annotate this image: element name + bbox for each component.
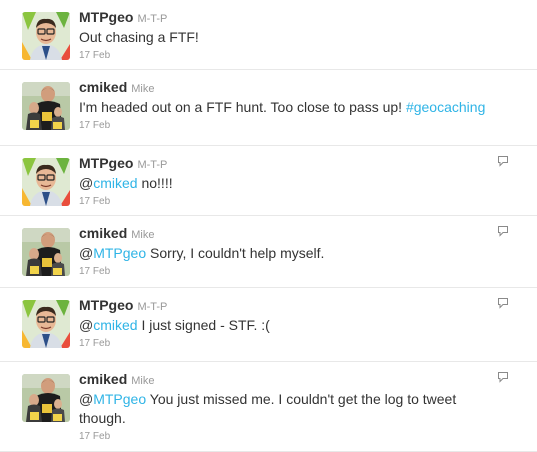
real-name: Mike <box>131 375 155 387</box>
tweet-header: MTPgeo M-T-P <box>79 9 497 28</box>
mention-link[interactable]: MTPgeo <box>93 245 146 261</box>
tweet-text: Out chasing a FTF! <box>79 28 497 47</box>
tweet-text-segment: I'm headed out on a FTF hunt. Too close … <box>79 99 406 115</box>
real-name: Mike <box>131 83 155 95</box>
timestamp-link[interactable]: 17 Feb <box>79 119 497 133</box>
mention-link[interactable]: cmiked <box>93 317 137 333</box>
tweet-content: cmiked Mike @MTPgeo Sorry, I couldn't help… <box>79 225 497 279</box>
tweet-text-segment: no!!!! <box>137 175 173 191</box>
screen-name-link[interactable]: MTPgeo <box>79 9 133 25</box>
tweet-text-segment: I just signed - STF. :( <box>137 317 270 333</box>
tweet-header: cmiked Mike <box>79 225 497 244</box>
tweet-text-segment: @ <box>79 391 94 407</box>
screen-name-link[interactable]: cmiked <box>79 371 127 387</box>
real-name: M-T-P <box>137 301 168 313</box>
tweet-text: @cmiked no!!!! <box>79 174 497 193</box>
tweet-text: @MTPgeo Sorry, I couldn't help myself. <box>79 244 497 263</box>
tweet-text-segment: @ <box>79 245 94 261</box>
tweet-item[interactable]: MTPgeo M-T-P @cmiked no!!!! 17 Feb <box>0 146 537 216</box>
screen-name-link[interactable]: MTPgeo <box>79 155 133 171</box>
tweet-text-segment: @ <box>79 175 94 191</box>
avatar[interactable] <box>22 82 70 130</box>
tweet-text-segment: @ <box>79 317 94 333</box>
mention-link[interactable]: cmiked <box>93 175 137 191</box>
tweet-content: MTPgeo M-T-P Out chasing a FTF! 17 Feb <box>79 9 497 63</box>
screen-name-link[interactable]: cmiked <box>79 225 127 241</box>
screen-name-link[interactable]: MTPgeo <box>79 297 133 313</box>
real-name: Mike <box>131 229 155 241</box>
avatar[interactable] <box>22 300 70 348</box>
tweet-header: cmiked Mike <box>79 371 497 390</box>
reply-bubble-icon[interactable] <box>497 297 509 309</box>
screen-name-link[interactable]: cmiked <box>79 79 127 95</box>
reply-bubble-icon[interactable] <box>497 155 509 167</box>
avatar[interactable] <box>22 12 70 60</box>
real-name: M-T-P <box>137 13 168 25</box>
avatar[interactable] <box>22 228 70 276</box>
tweet-content: cmiked Mike @MTPgeo You just missed me. I … <box>79 371 497 444</box>
tweet-item[interactable]: cmiked Mike I'm headed out on a FTF hunt. … <box>0 70 537 146</box>
timestamp-link[interactable]: 17 Feb <box>79 195 497 209</box>
tweet-text: @MTPgeo You just missed me. I couldn't g… <box>79 390 497 428</box>
avatar[interactable] <box>22 374 70 422</box>
mention-link[interactable]: MTPgeo <box>93 391 146 407</box>
tweet-text-segment: Sorry, I couldn't help myself. <box>146 245 325 261</box>
tweet-header: cmiked Mike <box>79 79 497 98</box>
tweet-content: MTPgeo M-T-P @cmiked no!!!! 17 Feb <box>79 155 497 209</box>
timestamp-link[interactable]: 17 Feb <box>79 265 497 279</box>
reply-bubble-icon[interactable] <box>497 225 509 237</box>
tweet-content: cmiked Mike I'm headed out on a FTF hunt. … <box>79 79 497 133</box>
tweet-item[interactable]: cmiked Mike @MTPgeo Sorry, I couldn't help… <box>0 216 537 288</box>
timestamp-link[interactable]: 17 Feb <box>79 337 497 351</box>
reply-bubble-icon[interactable] <box>497 371 509 383</box>
tweet-text: I'm headed out on a FTF hunt. Too close … <box>79 98 497 117</box>
hashtag-link[interactable]: #geocaching <box>406 99 485 115</box>
tweet-item[interactable]: cmiked Mike @MTPgeo You just missed me. I … <box>0 362 537 452</box>
real-name: M-T-P <box>137 159 168 171</box>
tweet-content: MTPgeo M-T-P @cmiked I just signed - STF. … <box>79 297 497 351</box>
avatar[interactable] <box>22 158 70 206</box>
tweet-header: MTPgeo M-T-P <box>79 155 497 174</box>
tweet-header: MTPgeo M-T-P <box>79 297 497 316</box>
tweet-text: @cmiked I just signed - STF. :( <box>79 316 497 335</box>
tweet-text-segment: Out chasing a FTF! <box>79 29 199 45</box>
timestamp-link[interactable]: 17 Feb <box>79 430 497 444</box>
tweet-timeline: MTPgeo M-T-P Out chasing a FTF! 17 Feb cmike… <box>0 0 537 452</box>
tweet-item[interactable]: MTPgeo M-T-P @cmiked I just signed - STF. … <box>0 288 537 362</box>
timestamp-link[interactable]: 17 Feb <box>79 49 497 63</box>
tweet-item[interactable]: MTPgeo M-T-P Out chasing a FTF! 17 Feb <box>0 0 537 70</box>
